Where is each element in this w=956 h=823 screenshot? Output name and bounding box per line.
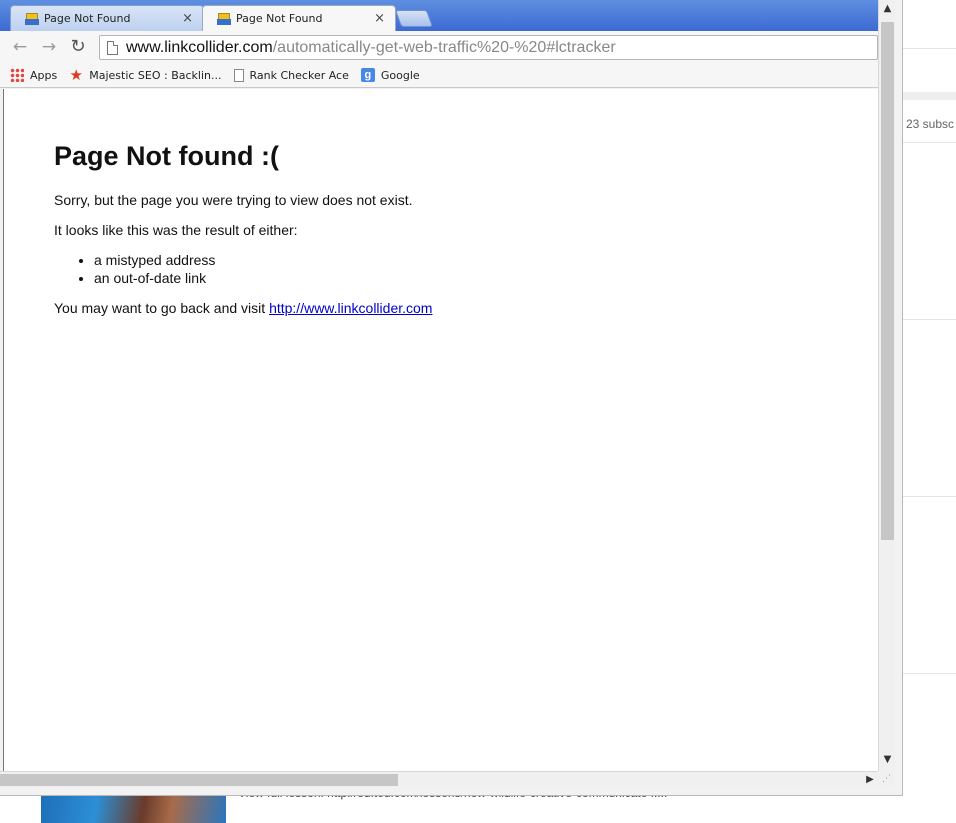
bookmark-rank-checker-ace[interactable]: Rank Checker Ace: [233, 68, 349, 82]
list-item: an out-of-date link: [94, 270, 834, 286]
vertical-scroll-thumb[interactable]: [881, 22, 894, 540]
bookmark-google[interactable]: g Google: [360, 68, 420, 82]
close-tab-icon[interactable]: ×: [182, 11, 193, 26]
error-content: Page Not found :( Sorry, but the page yo…: [54, 141, 834, 330]
address-bar[interactable]: www.linkcollider.com/automatically-get-w…: [99, 35, 878, 60]
page-info-icon[interactable]: [107, 40, 118, 55]
scroll-down-arrow-icon[interactable]: ▼: [879, 754, 896, 768]
browser-window: Page Not Found × Page Not Found × ← → ↻ …: [0, 0, 903, 796]
scroll-up-arrow-icon[interactable]: ▲: [879, 3, 896, 17]
reload-button[interactable]: ↻: [68, 37, 88, 57]
tab-title: Page Not Found: [236, 12, 323, 25]
visit-prefix: You may want to go back and visit: [54, 300, 270, 316]
visit-message: You may want to go back and visit http:/…: [54, 300, 834, 316]
bookmark-label: Majestic SEO : Backlin...: [89, 68, 222, 82]
result-intro: It looks like this was the result of eit…: [54, 222, 298, 238]
back-button[interactable]: ←: [10, 37, 30, 57]
vertical-scrollbar[interactable]: ▲ ▼: [878, 0, 895, 771]
background-divider: [903, 319, 956, 320]
bookmark-label: Apps: [30, 68, 58, 82]
bookmark-apps[interactable]: Apps: [10, 68, 57, 82]
horizontal-scroll-thumb[interactable]: [0, 774, 398, 786]
site-favicon-icon: [217, 12, 231, 25]
background-divider: [903, 92, 956, 100]
tab-title: Page Not Found: [44, 12, 131, 25]
tab-page-not-found-1[interactable]: Page Not Found ×: [10, 5, 204, 31]
browser-toolbar: ← → ↻ www.linkcollider.com/automatically…: [0, 31, 878, 63]
bookmark-majestic-seo[interactable]: ★ Majestic SEO : Backlin...: [69, 66, 222, 84]
page-viewport: Page Not found :( Sorry, but the page yo…: [3, 89, 878, 771]
bookmark-label: Google: [380, 68, 420, 82]
tab-strip: Page Not Found × Page Not Found ×: [0, 0, 878, 31]
forward-button[interactable]: →: [39, 37, 59, 57]
list-item: a mistyped address: [94, 252, 834, 268]
new-tab-button[interactable]: [394, 10, 434, 27]
apps-grid-icon: [10, 68, 24, 82]
background-divider: [903, 142, 956, 143]
horizontal-scrollbar[interactable]: ▶: [0, 771, 878, 787]
bookmark-label: Rank Checker Ace: [249, 68, 349, 82]
bookmarks-bar: Apps ★ Majestic SEO : Backlin... Rank Ch…: [0, 63, 878, 88]
star-icon: ★: [69, 66, 83, 84]
close-tab-icon[interactable]: ×: [374, 11, 385, 26]
subscriber-count: 23 subsc: [906, 117, 955, 131]
page-icon: [233, 68, 244, 82]
tab-page-not-found-2[interactable]: Page Not Found ×: [202, 5, 396, 31]
site-favicon-icon: [25, 12, 39, 25]
resize-grip-icon[interactable]: ⋰: [878, 771, 895, 787]
background-divider: [903, 48, 956, 49]
page-title: Page Not found :(: [54, 141, 279, 171]
video-thumbnail[interactable]: [41, 795, 226, 823]
home-link[interactable]: http://www.linkcollider.com: [269, 300, 432, 316]
sorry-message: Sorry, but the page you were trying to v…: [54, 192, 413, 208]
url-path: /automatically-get-web-traffic%20-%20#lc…: [272, 38, 616, 56]
background-divider: [903, 673, 956, 674]
url-host: www.linkcollider.com: [126, 38, 273, 56]
google-icon: g: [360, 68, 375, 82]
background-divider: [903, 496, 956, 497]
scroll-right-arrow-icon[interactable]: ▶: [862, 772, 878, 788]
reasons-list: a mistyped address an out-of-date link: [94, 252, 834, 286]
